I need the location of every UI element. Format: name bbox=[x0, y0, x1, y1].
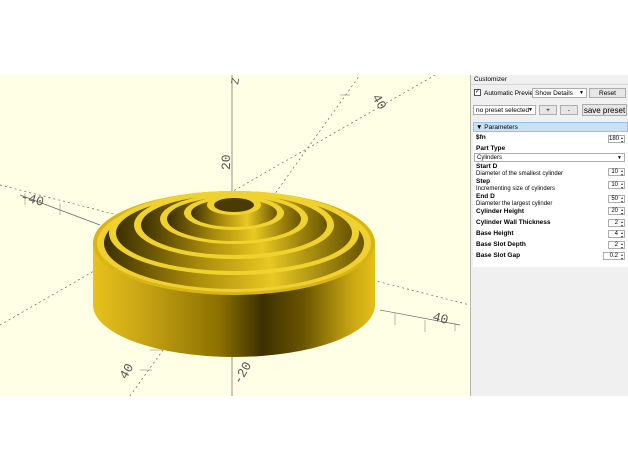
preset-value: no preset selected bbox=[476, 107, 530, 114]
chevron-down-icon: ▼ bbox=[528, 107, 533, 113]
3d-viewport[interactable]: -40 40 40 40 20 -20 Z bbox=[0, 75, 470, 396]
chevron-down-icon: ▼ bbox=[617, 155, 622, 161]
axis-label: -20 bbox=[230, 359, 255, 387]
panel-title: Customizer bbox=[471, 75, 628, 85]
automatic-preview-label: Automatic Preview bbox=[484, 90, 538, 97]
show-details-select[interactable]: Show Details ▼ bbox=[532, 88, 587, 98]
param-desc-start-d: Diameter of the smallest cylinder bbox=[476, 171, 564, 177]
param-step-input[interactable]: 10 ▴ ▾ bbox=[608, 181, 625, 189]
axis-label: 40 bbox=[431, 309, 450, 328]
axis-label: 40 bbox=[369, 92, 390, 113]
triangle-down-icon: ▼ bbox=[476, 124, 483, 131]
svg-text:Z: Z bbox=[230, 77, 243, 86]
param-start-d-input[interactable]: 10 ▴ ▾ bbox=[608, 168, 625, 176]
param-label-base-height: Base Height bbox=[476, 230, 514, 237]
axis-label: -40 bbox=[19, 189, 45, 210]
remove-preset-button[interactable]: - bbox=[560, 105, 578, 115]
param-base-slot-depth-input[interactable]: 2 ▴ ▾ bbox=[608, 241, 625, 249]
param-label-step: Step bbox=[476, 178, 491, 185]
axis-label: 20 bbox=[219, 154, 234, 170]
add-preset-button[interactable]: + bbox=[539, 105, 557, 115]
parameters-section-header[interactable]: ▼ Parameters bbox=[473, 122, 628, 132]
param-base-slot-gap-input[interactable]: 0.2 ▴ ▾ bbox=[603, 252, 625, 260]
axis-label: 40 bbox=[116, 361, 137, 382]
automatic-preview-checkbox[interactable]: ✓ bbox=[474, 89, 481, 96]
section-title: Parameters bbox=[484, 124, 518, 131]
model-render: -40 40 40 40 20 -20 Z bbox=[0, 75, 470, 396]
part-type-value: Cylinders bbox=[477, 155, 503, 161]
save-preset-button[interactable]: save preset bbox=[582, 104, 627, 116]
param-label-end-d: End D bbox=[476, 193, 495, 200]
param-desc-end-d: Diameter the largest cylinder bbox=[476, 201, 553, 207]
param-base-height-input[interactable]: 4 ▴ ▾ bbox=[608, 230, 625, 238]
show-details-value: Show Details bbox=[535, 90, 573, 97]
ring-cylinders bbox=[109, 191, 359, 275]
param-label-cylinder-wall-thickness: Cylinder Wall Thickness bbox=[476, 219, 551, 226]
part-type-select[interactable]: Cylinders ▼ bbox=[474, 153, 625, 162]
param-label-base-slot-depth: Base Slot Depth bbox=[476, 241, 526, 248]
param-fn-input[interactable]: 180 ▴ ▾ bbox=[608, 135, 625, 143]
preset-select[interactable]: no preset selected ▼ bbox=[473, 105, 536, 115]
param-label-base-slot-gap: Base Slot Gap bbox=[476, 252, 521, 259]
reset-button[interactable]: Reset bbox=[589, 88, 626, 98]
param-label-start-d: Start D bbox=[476, 163, 498, 170]
param-label-cylinder-height: Cylinder Height bbox=[476, 208, 525, 215]
customizer-panel: Customizer ✓ Automatic Preview Show Deta… bbox=[470, 75, 628, 396]
param-wall-thickness-input[interactable]: 2 ▴ ▾ bbox=[608, 219, 625, 227]
param-cylinder-height-input[interactable]: 20 ▴ ▾ bbox=[608, 207, 625, 215]
param-label-fn: $fn bbox=[476, 134, 486, 141]
param-end-d-input[interactable]: 50 ▴ ▾ bbox=[608, 195, 625, 203]
chevron-down-icon: ▼ bbox=[579, 90, 584, 96]
param-desc-step: Incrementing size of cylinders bbox=[476, 186, 556, 192]
parameters-form: $fn 180 ▴ ▾ Part Type Cylinders ▼ Start D … bbox=[473, 132, 628, 267]
param-label-part-type: Part Type bbox=[476, 145, 506, 152]
